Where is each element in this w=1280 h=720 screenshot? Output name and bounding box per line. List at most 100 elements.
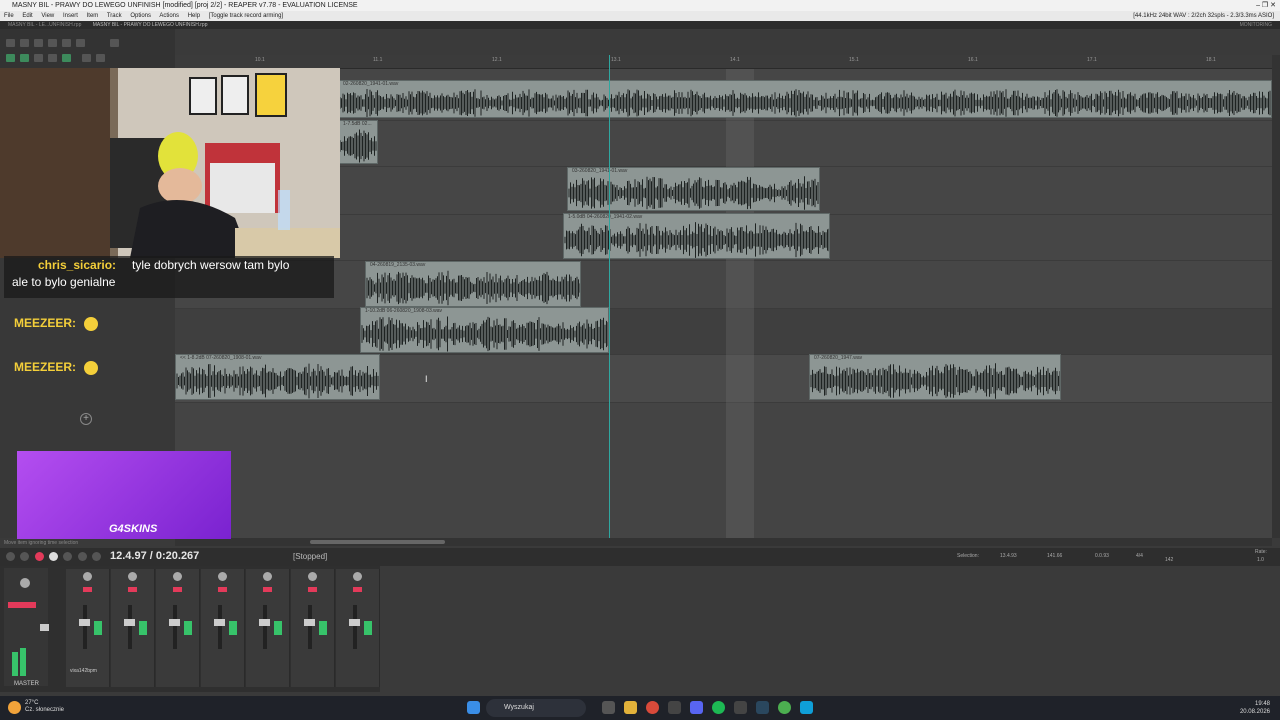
project-tab[interactable]: MASNY BIL - LE...UNFINISH.rpp — [8, 22, 81, 28]
record-icon[interactable] — [35, 552, 44, 561]
menu-item[interactable]: Item — [87, 13, 99, 19]
media-item[interactable]: 1-10.2dB 06-260820_1908-03.wav — [360, 307, 609, 353]
window-controls[interactable]: – ❐ ✕ — [1256, 0, 1276, 11]
envelope-icon[interactable] — [62, 54, 71, 62]
loop-icon[interactable] — [82, 54, 91, 62]
browser-icon[interactable] — [778, 701, 791, 714]
media-item[interactable]: << 1-8.2dB 07-260820_1908-01.wav — [175, 354, 380, 400]
menu-track[interactable]: Track — [107, 13, 122, 19]
fader[interactable] — [169, 619, 180, 626]
pan-knob[interactable] — [218, 572, 227, 581]
undo-icon[interactable] — [62, 39, 71, 47]
system-clock[interactable]: 19:48 20.08.2026 — [1240, 700, 1270, 716]
weather-widget[interactable]: 27°C Cz. słonecznie — [25, 700, 64, 714]
metronome-icon[interactable] — [110, 39, 119, 47]
pan-knob[interactable] — [83, 572, 92, 581]
rate-value[interactable]: 1.0 — [1257, 557, 1264, 563]
go-to-start-icon[interactable] — [6, 552, 15, 561]
playhead-cursor[interactable] — [609, 55, 610, 538]
play-icon[interactable] — [49, 552, 58, 561]
media-item[interactable]: 07-260820_1947.wav — [809, 354, 1061, 400]
add-track-icon[interactable]: + — [80, 413, 92, 425]
project-tab-active[interactable]: MASNY BIL - PRAWY DO LEWEGO UNFINISH.rpp — [93, 22, 208, 28]
steam-icon[interactable] — [756, 701, 769, 714]
menu-options[interactable]: Options — [130, 13, 151, 19]
fader[interactable] — [304, 619, 315, 626]
rewind-icon[interactable] — [20, 552, 29, 561]
file-explorer-icon[interactable] — [624, 701, 637, 714]
fx-button[interactable] — [184, 621, 192, 635]
fx-button[interactable] — [319, 621, 327, 635]
scrollbar-thumb[interactable] — [310, 540, 445, 544]
stop-icon[interactable] — [78, 552, 87, 561]
master-pan-knob[interactable] — [20, 578, 30, 588]
settings-icon[interactable] — [734, 701, 747, 714]
ripple-icon[interactable] — [34, 54, 43, 62]
spotify-icon[interactable] — [712, 701, 725, 714]
selection-end[interactable]: 141.66 — [1047, 553, 1062, 559]
menu-edit[interactable]: Edit — [22, 13, 32, 19]
fader[interactable] — [349, 619, 360, 626]
pan-knob[interactable] — [353, 572, 362, 581]
mixer-strip[interactable] — [111, 569, 155, 687]
discord-icon[interactable] — [690, 701, 703, 714]
media-item[interactable]: 04-260819_2135-03.wav — [365, 261, 581, 307]
fx-button[interactable] — [139, 621, 147, 635]
fader[interactable] — [214, 619, 225, 626]
fx-button[interactable] — [229, 621, 237, 635]
audio-device-info[interactable]: [44.1kHz 24bit WAV : 2/2ch 32spls - 2.3/… — [1133, 11, 1274, 21]
pan-knob[interactable] — [128, 572, 137, 581]
time-display[interactable]: 12.4.97 / 0:20.267 — [110, 550, 199, 562]
mixer-strip[interactable] — [291, 569, 335, 687]
pan-knob[interactable] — [263, 572, 272, 581]
settings-icon[interactable] — [48, 39, 57, 47]
menu-file[interactable]: File — [4, 13, 14, 19]
vertical-scrollbar[interactable] — [1272, 55, 1280, 538]
grid-icon[interactable] — [6, 54, 15, 62]
pause-icon[interactable] — [92, 552, 101, 561]
pan-knob[interactable] — [173, 572, 182, 581]
media-item[interactable]: 1-7.5dB 02... — [338, 120, 378, 164]
media-item[interactable]: 1-5.0dB 04-260820_1941-02.wav — [563, 213, 830, 259]
menu-actions[interactable]: Actions — [159, 13, 179, 19]
lock-icon[interactable] — [96, 54, 105, 62]
pan-knob[interactable] — [308, 572, 317, 581]
master-fader[interactable] — [40, 624, 49, 631]
save-project-icon[interactable] — [34, 39, 43, 47]
timeline-ruler[interactable]: 10.1 11.1 12.1 13.1 14.1 15.1 16.1 17.1 … — [175, 55, 1272, 69]
new-project-icon[interactable] — [6, 39, 15, 47]
snap-icon[interactable] — [20, 54, 29, 62]
fader[interactable] — [79, 619, 90, 626]
open-project-icon[interactable] — [20, 39, 29, 47]
fader[interactable] — [124, 619, 135, 626]
menu-help[interactable]: Help — [188, 13, 200, 19]
taskbar-search[interactable]: Wyszukaj — [486, 699, 586, 717]
chrome-icon[interactable] — [646, 701, 659, 714]
media-item[interactable]: 02-260820_1941-01.wav — [338, 80, 1272, 118]
mixer-strip[interactable] — [336, 569, 380, 687]
fx-button[interactable] — [274, 621, 282, 635]
mixer-strip[interactable] — [246, 569, 290, 687]
reaper-icon[interactable] — [800, 701, 813, 714]
selection-start[interactable]: 13.4.93 — [1000, 553, 1017, 559]
tempo-bpm[interactable]: 142 — [1165, 557, 1173, 563]
redo-icon[interactable] — [76, 39, 85, 47]
task-view-icon[interactable] — [602, 701, 615, 714]
time-selection[interactable] — [726, 55, 754, 538]
time-signature[interactable]: 4/4 — [1136, 553, 1143, 559]
track-lane[interactable] — [175, 261, 1272, 309]
menu-insert[interactable]: Insert — [63, 13, 78, 19]
track-lane[interactable] — [175, 309, 1272, 355]
mixer-strip[interactable] — [156, 569, 200, 687]
fx-button[interactable] — [94, 621, 102, 635]
media-item[interactable]: 03-260820_1941-01.wav — [567, 167, 820, 211]
start-icon[interactable] — [467, 701, 480, 714]
grouping-icon[interactable] — [48, 54, 57, 62]
loop-icon[interactable] — [63, 552, 72, 561]
fx-button[interactable] — [364, 621, 372, 635]
horizontal-scrollbar[interactable] — [175, 538, 1272, 546]
menu-view[interactable]: View — [41, 13, 54, 19]
app-icon[interactable] — [668, 701, 681, 714]
fader[interactable] — [259, 619, 270, 626]
selection-length[interactable]: 0.0.93 — [1095, 553, 1109, 559]
